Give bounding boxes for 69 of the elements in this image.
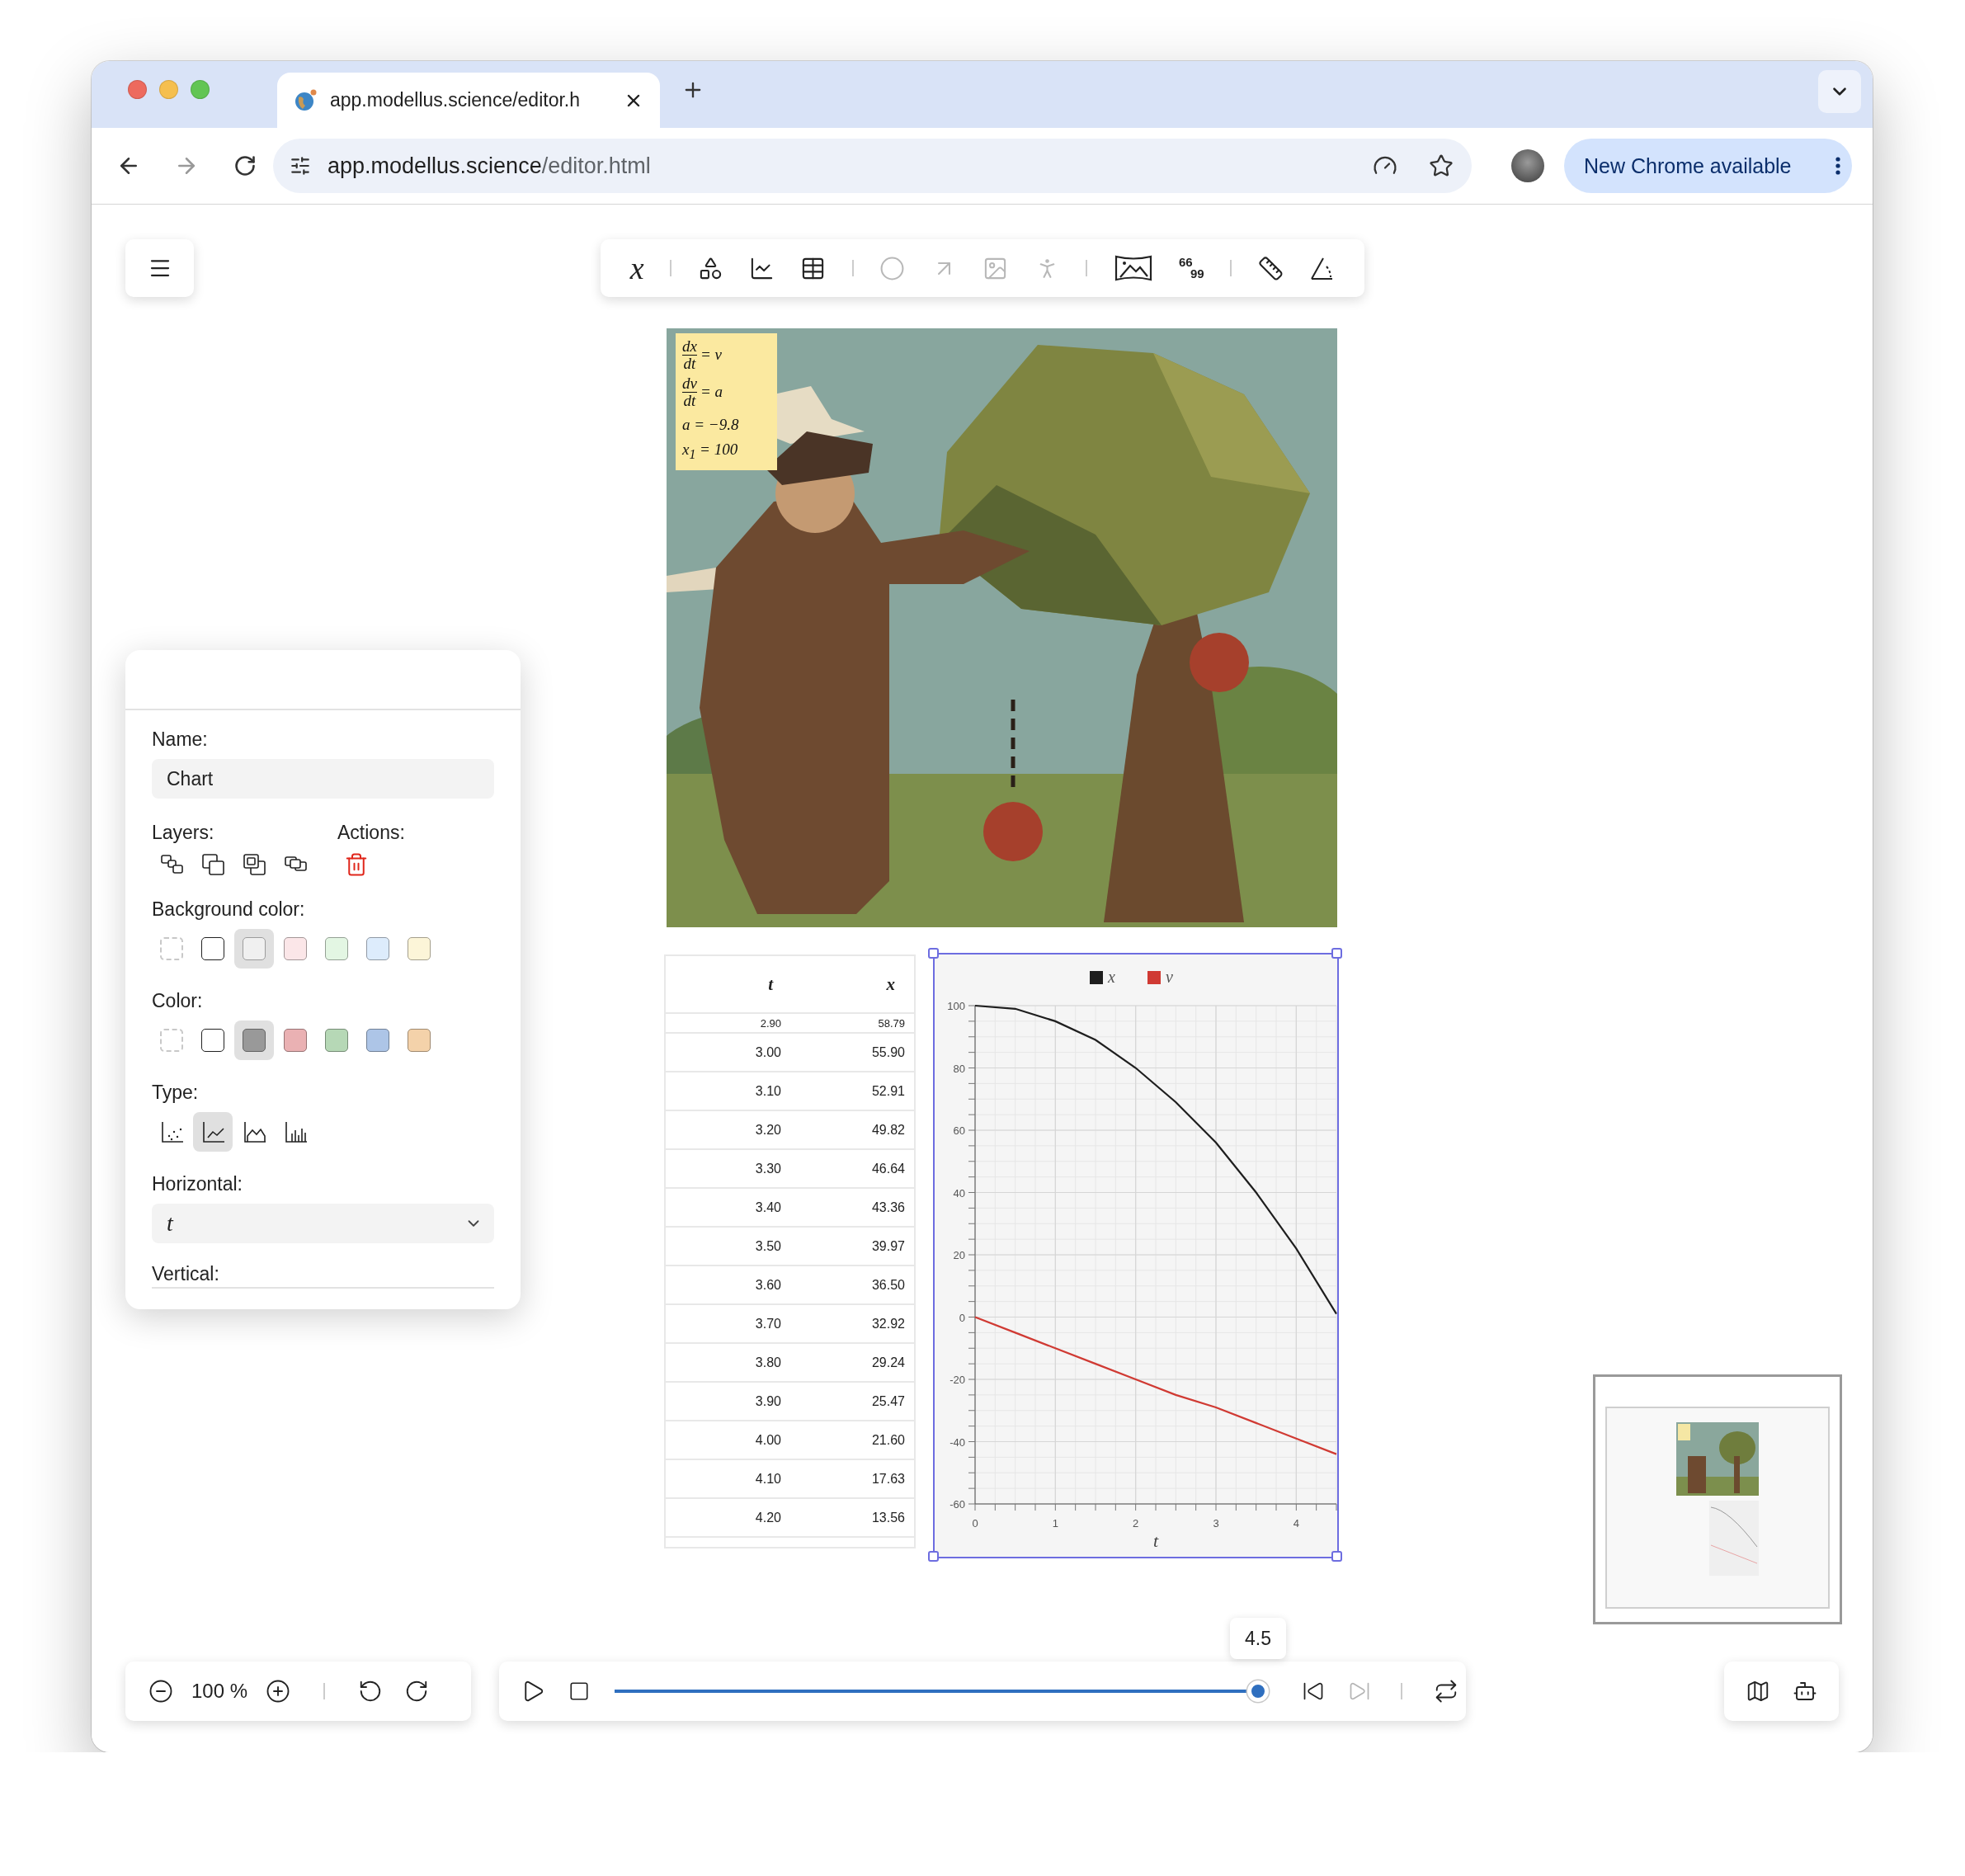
x-tick-label: 3	[1213, 1517, 1219, 1530]
table-cell-text: 3.70	[754, 1316, 781, 1332]
table-cell-text: 2.90	[759, 1016, 781, 1030]
y-tick-label: -20	[950, 1374, 965, 1386]
time-tooltip: 4.5	[1230, 1618, 1286, 1659]
table-cell-text: 3.60	[754, 1277, 781, 1293]
table-cell-text: 3.40	[754, 1200, 781, 1215]
column-header: x	[885, 973, 896, 995]
x-tick-label: 2	[1133, 1517, 1139, 1530]
field-label: Actions:	[337, 822, 405, 844]
table-cell-text: 36.50	[870, 1277, 905, 1293]
y-tick-label: 60	[953, 1124, 965, 1137]
table-cell-text: 21.60	[870, 1432, 905, 1448]
field-label: Background color:	[152, 898, 306, 921]
table-cell-text: 39.97	[870, 1238, 905, 1254]
address-bar[interactable]: app.modellus.science/editor.html	[273, 139, 1472, 193]
table-cell-text: 3.80	[754, 1355, 781, 1370]
url-text: app.modellus.science/editor.html	[328, 153, 652, 179]
column-header: t	[767, 973, 775, 995]
y-tick-label: 20	[953, 1249, 965, 1261]
y-tick-label: -40	[950, 1435, 965, 1449]
table-cell-text: 4.10	[754, 1471, 781, 1487]
legend-label: v	[1166, 968, 1173, 986]
table-cell-text: 3.20	[754, 1122, 781, 1138]
table-cell-text: 29.24	[870, 1355, 905, 1370]
y-tick-label: -60	[950, 1498, 965, 1511]
table-cell-text: 52.91	[870, 1083, 905, 1099]
table-cell-text: 17.63	[870, 1471, 905, 1487]
table-cell-text: 32.92	[870, 1316, 905, 1332]
table-cell-text: 4.00	[754, 1432, 781, 1448]
field-label: Type:	[152, 1082, 200, 1104]
field-label: Horizontal:	[152, 1173, 243, 1195]
table-cell-text: 3.30	[754, 1161, 781, 1176]
quote-tool[interactable]: 66 99	[1179, 256, 1204, 280]
table-cell-text: 13.56	[870, 1510, 905, 1525]
name-field[interactable]: Chart	[152, 759, 494, 799]
field-label: Name:	[152, 728, 209, 751]
tab-title: app.modellus.science/editor.h	[330, 89, 582, 111]
field-label: Layers:	[152, 822, 215, 844]
x-tick-label: 0	[972, 1517, 978, 1530]
table-cell-text: 4.20	[754, 1510, 781, 1525]
x-axis-label: t	[1152, 1530, 1159, 1551]
horizontal-select[interactable]: t	[152, 1204, 494, 1243]
table-cell-text: 58.79	[877, 1016, 905, 1030]
y-tick-label: 0	[959, 1311, 965, 1324]
table-cell-text: 3.00	[754, 1044, 781, 1060]
table-cell-text: 3.50	[754, 1238, 781, 1254]
equation: a = −9.8	[682, 415, 740, 434]
y-tick-label: 80	[953, 1062, 965, 1075]
table-cell-text: 55.90	[870, 1044, 905, 1060]
line-chart[interactable]: -60 -40 -20 0 20 40 60 80 100 0 1 2 3 4 x v t	[935, 954, 1337, 1557]
equation: x$_{1}$ = 100	[682, 440, 739, 462]
legend-label: x	[1108, 968, 1115, 986]
table-cell-text: 3.90	[754, 1393, 781, 1409]
table-cell-text: 25.47	[870, 1393, 905, 1409]
x-tick-label: 4	[1293, 1517, 1299, 1530]
field-label: Color:	[152, 990, 204, 1012]
field-label: Vertical:	[152, 1263, 220, 1285]
y-tick-label: 100	[947, 1000, 965, 1012]
browser-tab[interactable]: app.modellus.science/editor.h	[277, 73, 660, 128]
table-cell-text: 43.36	[870, 1200, 905, 1215]
y-tick-label: 40	[953, 1186, 965, 1200]
table-cell-text: 46.64	[870, 1161, 905, 1176]
update-button[interactable]: New Chrome available	[1564, 139, 1852, 193]
zoom-level: 100 %	[191, 1680, 248, 1703]
table-cell-text: 49.82	[870, 1122, 905, 1138]
variable-tool[interactable]: x	[629, 252, 644, 284]
table-cell-text: 3.10	[754, 1083, 781, 1099]
x-tick-label: 1	[1052, 1517, 1058, 1530]
